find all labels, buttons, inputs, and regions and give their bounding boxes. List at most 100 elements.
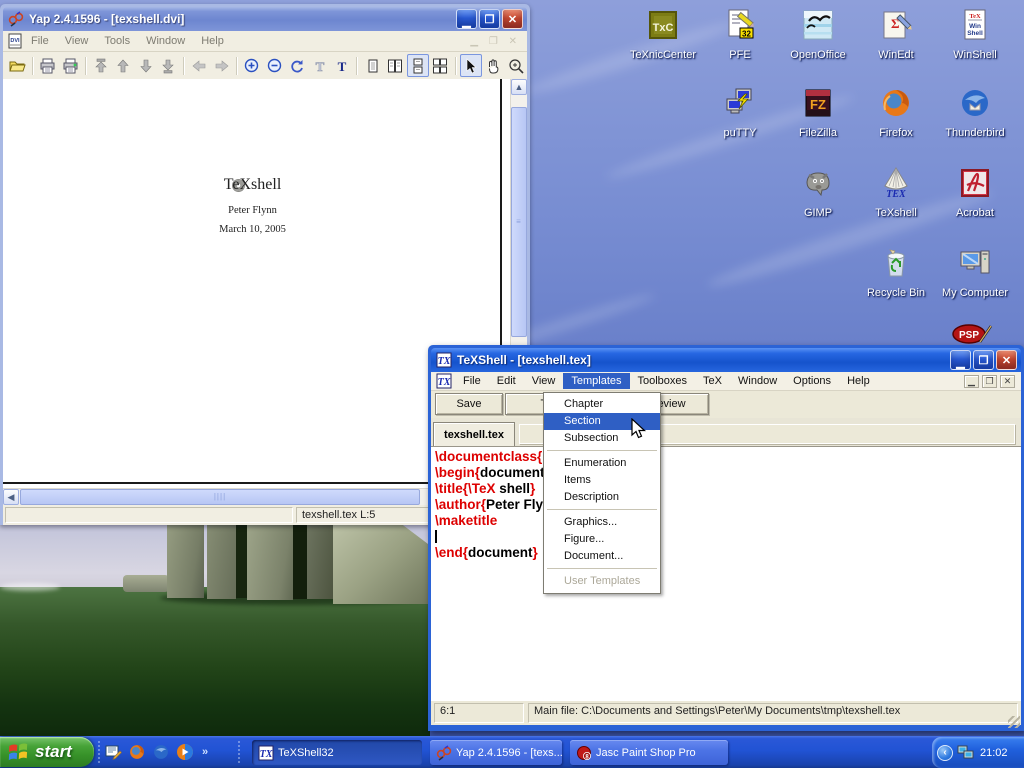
desktop-icon-texshell[interactable]: TEXTeXshell: [858, 166, 934, 219]
quicklaunch-firefox-small-icon[interactable]: [128, 743, 146, 761]
yap-tool-pointer-tool[interactable]: [460, 54, 483, 77]
yap-menu-help[interactable]: Help: [193, 33, 232, 49]
templates-item-chapter[interactable]: Chapter: [544, 396, 660, 413]
texshell-menu-view[interactable]: View: [524, 373, 564, 389]
yap-tool-view-facing-pages[interactable]: [384, 54, 407, 77]
taskbar-button-2[interactable]: Yap 2.4.1596 - [texs...: [430, 740, 562, 765]
hide-icons-chevron-button[interactable]: ‹: [937, 745, 953, 761]
yap-tool-text-outline[interactable]: T: [308, 54, 331, 77]
quicklaunch-media-player-icon[interactable]: [176, 743, 194, 761]
templates-item-enumeration[interactable]: Enumeration: [544, 455, 660, 472]
texshell-menu-tex[interactable]: TeX: [695, 373, 730, 389]
tab-texshell-tex[interactable]: texshell.tex: [433, 422, 515, 446]
stone-2: [207, 525, 236, 599]
yap-tool-next-page[interactable]: [135, 54, 158, 77]
yap-tool-zoom-in[interactable]: [241, 54, 264, 77]
desktop-icon-recycle-bin[interactable]: Recycle Bin: [858, 246, 934, 299]
yap-tool-forward-arrow[interactable]: [210, 54, 233, 77]
taskbar-separator-2: [238, 741, 241, 763]
yap-tool-print-copy[interactable]: [59, 54, 82, 77]
yap-close-button[interactable]: ✕: [502, 9, 523, 29]
desktop-icon-firefox[interactable]: Firefox: [858, 86, 934, 139]
yap-tool-view-single-page[interactable]: [361, 54, 384, 77]
texshell-menu-help[interactable]: Help: [839, 373, 878, 389]
yap-tool-back-arrow[interactable]: [188, 54, 211, 77]
yap-tool-magnifier-tool[interactable]: [505, 54, 528, 77]
desktop-icon-texniccenter[interactable]: TxCTeXnicCenter: [625, 8, 701, 61]
texshell-maximize-button[interactable]: ❐: [973, 350, 994, 370]
yap-minimize-button[interactable]: ▁: [456, 9, 477, 29]
code-line-2[interactable]: \begin{document}: [435, 465, 1021, 481]
yap-tool-hand-tool[interactable]: [482, 54, 505, 77]
texshell-close-button[interactable]: ✕: [996, 350, 1017, 370]
desktop-icon-winedt[interactable]: ΣWinEdt: [858, 8, 934, 61]
templates-item-items[interactable]: Items: [544, 472, 660, 489]
code-line-5[interactable]: \maketitle: [435, 513, 1021, 529]
texshell-minimize-button[interactable]: ▁: [950, 350, 971, 370]
start-button[interactable]: start: [0, 737, 94, 767]
yap-tool-text-bold[interactable]: T: [331, 54, 354, 77]
desktop-icon-openoffice[interactable]: OpenOffice: [780, 8, 856, 61]
scroll-left-button[interactable]: ◀: [3, 489, 19, 505]
templates-item-description[interactable]: Description: [544, 489, 660, 506]
yap-tool-view-continuous[interactable]: [407, 54, 430, 77]
code-line-1[interactable]: \documentclass{: [435, 449, 1021, 465]
desktop-icon-acrobat[interactable]: Acrobat: [937, 166, 1013, 219]
yap-titlebar[interactable]: Yap 2.4.1596 - [texshell.dvi] ▁ ❐ ✕: [3, 7, 527, 31]
texshell-menu-templates[interactable]: Templates: [563, 373, 629, 389]
code-line-6[interactable]: [435, 529, 1021, 545]
texshell-menu-file[interactable]: File: [455, 373, 489, 389]
save-button[interactable]: Save: [435, 393, 503, 415]
yap-tool-last-page[interactable]: [157, 54, 180, 77]
yap-maximize-button[interactable]: ❐: [479, 9, 500, 29]
code-line-4[interactable]: \author{Peter Fly: [435, 497, 1021, 513]
yap-menu-tools[interactable]: Tools: [96, 33, 138, 49]
yap-menu-view[interactable]: View: [57, 33, 97, 49]
desktop-icon-putty[interactable]: puTTY: [702, 86, 778, 139]
toolbar-separator: [236, 57, 238, 75]
network-icon[interactable]: [957, 745, 974, 760]
desktop-icon-filezilla[interactable]: FZFileZilla: [780, 86, 856, 139]
texshell-menu-toolboxes[interactable]: Toolboxes: [630, 373, 696, 389]
horizontal-scroll-thumb[interactable]: ||||: [20, 489, 420, 505]
resize-grip[interactable]: [1008, 716, 1020, 728]
mdi-restore-button[interactable]: ❐: [982, 375, 997, 388]
templates-item-graphics---[interactable]: Graphics...: [544, 514, 660, 531]
paint-shop-pro-desktop-icon[interactable]: PSP: [950, 322, 992, 344]
yap-tool-view-continuous-facing[interactable]: [429, 54, 452, 77]
templates-item-document---[interactable]: Document...: [544, 548, 660, 565]
texshell-menu-options[interactable]: Options: [785, 373, 839, 389]
desktop-icon-thunderbird[interactable]: Thunderbird: [937, 86, 1013, 139]
yap-tool-prev-page[interactable]: [112, 54, 135, 77]
texshell-menu-window[interactable]: Window: [730, 373, 785, 389]
yap-tool-first-page[interactable]: [90, 54, 113, 77]
desktop-icon-winshell[interactable]: TeXWinShellWinShell: [937, 8, 1013, 61]
desktop-icon-pfe[interactable]: 32PFE: [702, 8, 778, 61]
templates-item-figure---[interactable]: Figure...: [544, 531, 660, 548]
quicklaunch-overflow-chevron[interactable]: »: [200, 746, 208, 758]
scroll-up-button[interactable]: ▲: [511, 79, 527, 95]
thunderbird-icon: [958, 86, 992, 120]
yap-tool-refresh[interactable]: [286, 54, 309, 77]
quicklaunch-thunderbird-small-icon[interactable]: [152, 743, 170, 761]
yap-tool-open-folder[interactable]: [6, 54, 29, 77]
taskbar-button-1[interactable]: TXTeXShell32: [252, 740, 422, 765]
taskbar-clock[interactable]: 21:02: [980, 747, 1008, 759]
desktop-icon-gimp[interactable]: GIMP: [780, 166, 856, 219]
texshell-menu-edit[interactable]: Edit: [489, 373, 524, 389]
code-line-3[interactable]: \title{\TeX shell}: [435, 481, 1021, 497]
code-line-7[interactable]: \end{document}: [435, 545, 1021, 561]
mdi-close-button[interactable]: ✕: [1000, 375, 1015, 388]
code-editor[interactable]: \documentclass{\begin{document}\title{\T…: [431, 446, 1021, 701]
yap-tool-zoom-out[interactable]: [263, 54, 286, 77]
quicklaunch-show-desktop-icon[interactable]: [104, 743, 122, 761]
mdi-minimize-button[interactable]: ▁: [964, 375, 979, 388]
vertical-scroll-thumb[interactable]: ≡: [511, 107, 527, 337]
texshell-titlebar[interactable]: TX TeXShell - [texshell.tex] ▁ ❐ ✕: [431, 348, 1021, 372]
yap-menu-file[interactable]: File: [23, 33, 57, 49]
print-icon: [39, 58, 56, 74]
taskbar-button-3[interactable]: 8Jasc Paint Shop Pro: [570, 740, 728, 765]
desktop-icon-my-computer[interactable]: My Computer: [937, 246, 1013, 299]
yap-tool-print[interactable]: [37, 54, 60, 77]
yap-menu-window[interactable]: Window: [138, 33, 193, 49]
